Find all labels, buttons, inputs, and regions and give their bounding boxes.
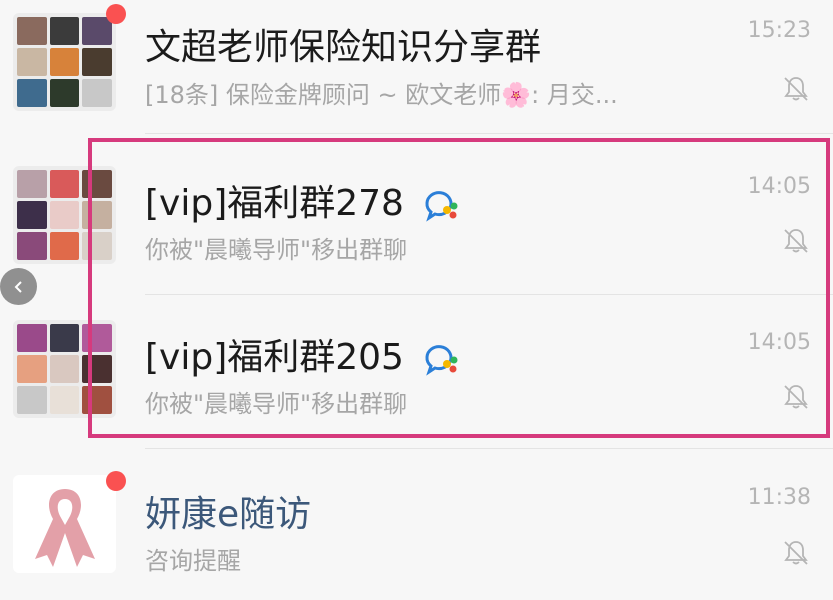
mute-bell-icon (784, 385, 808, 409)
mute-bell-icon (784, 541, 808, 565)
ribbon-avatar (13, 475, 116, 573)
chat-title-text: [vip]福利群205 (145, 337, 404, 378)
chat-list-item[interactable]: [vip]福利群278 你被"晨曦导师"移出群聊 14:05 (0, 150, 833, 300)
group-avatar (13, 166, 116, 264)
row-divider (145, 133, 833, 134)
chat-title-text: [vip]福利群278 (145, 183, 404, 224)
group-avatar (13, 13, 116, 111)
chat-list-item[interactable]: 文超老师保险知识分享群 [18条] 保险金牌顾问 ~ 欧文老师🌸: 月交... … (0, 0, 833, 150)
chat-preview: 你被"晨曦导师"移出群聊 (145, 390, 408, 418)
chat-list-item[interactable]: [vip]福利群205 你被"晨曦导师"移出群聊 14:05 (0, 300, 833, 450)
chat-preview: 你被"晨曦导师"移出群聊 (145, 236, 408, 264)
group-avatar (13, 320, 116, 418)
chat-title: 文超老师保险知识分享群 (145, 27, 542, 68)
chat-title: [vip]福利群205 (145, 328, 463, 380)
chat-title: [vip]福利群278 (145, 174, 463, 226)
chat-preview: [18条] 保险金牌顾问 ~ 欧文老师🌸: 月交... (145, 81, 618, 109)
unread-dot (106, 4, 126, 24)
back-button[interactable] (0, 268, 37, 305)
chevron-left-icon (14, 280, 22, 293)
chat-list-item[interactable]: 妍康e随访 咨询提醒 11:38 (0, 450, 833, 600)
pink-ribbon-icon (35, 489, 95, 567)
row-divider (145, 294, 833, 295)
mute-bell-icon (784, 77, 808, 101)
chat-title: 妍康e随访 (145, 494, 312, 535)
chat-time: 11:38 (747, 485, 811, 510)
unread-dot (106, 471, 126, 491)
row-divider (145, 448, 833, 449)
chat-time: 14:05 (747, 174, 811, 199)
chat-time: 14:05 (747, 330, 811, 355)
mute-bell-icon (784, 229, 808, 253)
enterprise-chat-badge-icon (425, 191, 458, 222)
enterprise-chat-badge-icon (425, 345, 458, 376)
chat-time: 15:23 (747, 18, 811, 43)
chat-preview: 咨询提醒 (145, 547, 241, 575)
